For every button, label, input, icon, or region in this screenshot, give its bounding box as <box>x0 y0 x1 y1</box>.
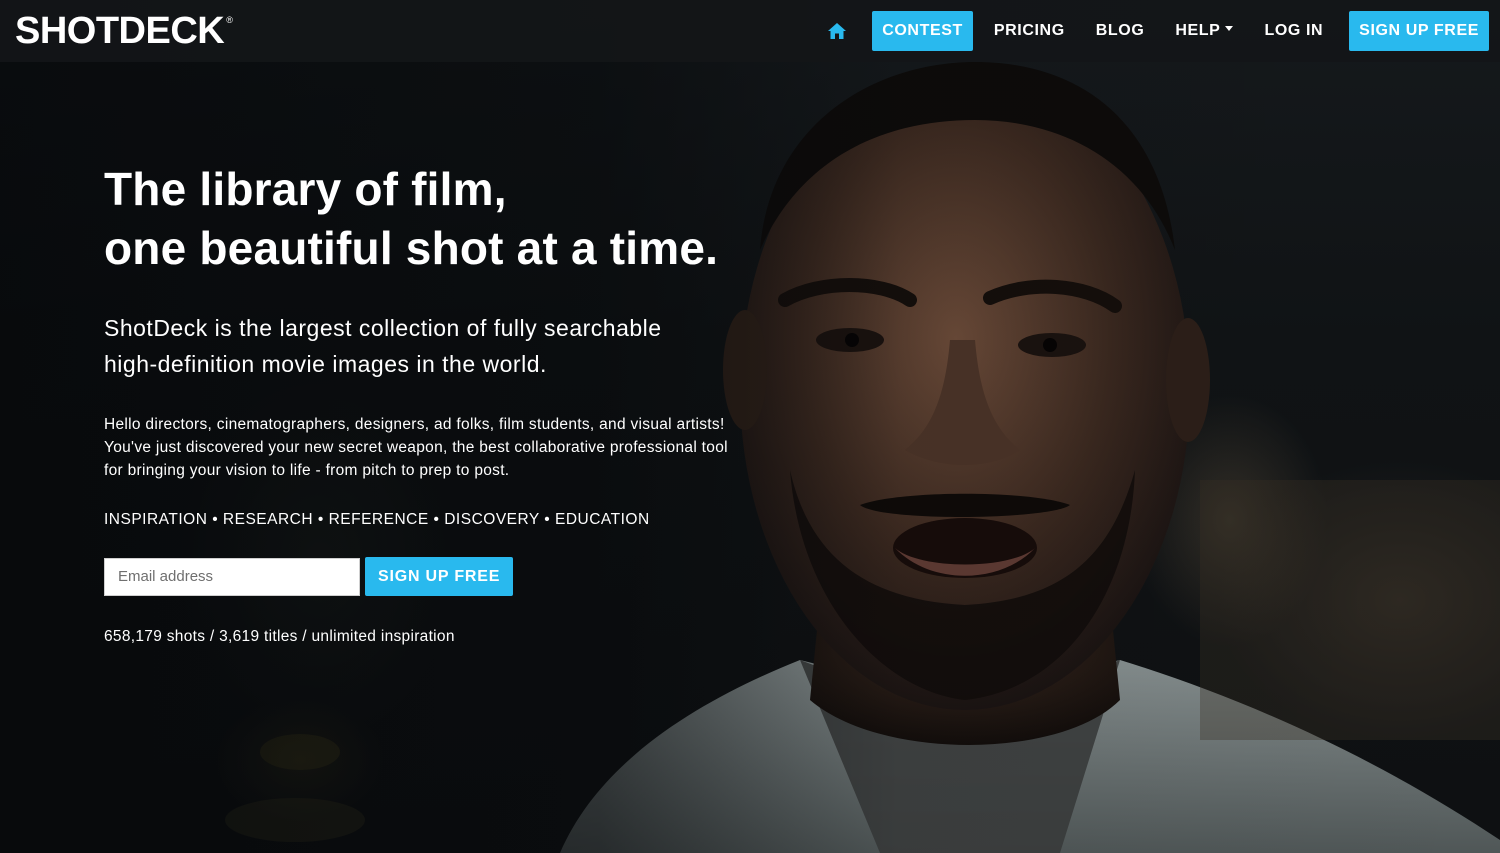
hero-subheading: ShotDeck is the largest collection of fu… <box>104 310 784 382</box>
registered-mark: ® <box>226 15 233 25</box>
nav-pricing[interactable]: PRICING <box>984 11 1075 51</box>
nav-help-label: HELP <box>1175 22 1221 39</box>
signup-form: SIGN UP FREE <box>104 557 784 596</box>
caret-down-icon <box>1225 26 1234 32</box>
home-icon <box>828 23 847 39</box>
hero-sign-up-button[interactable]: SIGN UP FREE <box>365 557 514 596</box>
subhead-line-2: high-definition movie images in the worl… <box>104 351 547 377</box>
nav-log-in[interactable]: LOG IN <box>1254 11 1333 51</box>
hero-copy: The library of film, one beautiful shot … <box>104 160 784 646</box>
top-navbar: SHOTDECK ® CONTEST PRICING BLOG HELP LOG … <box>0 0 1500 62</box>
email-field[interactable] <box>104 557 360 596</box>
nav-contest[interactable]: CONTEST <box>872 11 973 51</box>
library-stats: 658,179 shots / 3,619 titles / unlimited… <box>104 628 455 645</box>
main-nav: CONTEST PRICING BLOG HELP LOG IN SIGN UP… <box>826 11 1489 51</box>
subhead-line-1: ShotDeck is the largest collection of fu… <box>104 315 662 341</box>
shotdeck-logo[interactable]: SHOTDECK ® <box>15 10 233 52</box>
landing-page: SHOTDECK ® CONTEST PRICING BLOG HELP LOG … <box>0 0 1500 853</box>
hero-headline: The library of film, one beautiful shot … <box>104 160 784 278</box>
headline-line-2: one beautiful shot at a time. <box>104 222 719 274</box>
hero-intro-text: Hello directors, cinematographers, desig… <box>104 416 728 479</box>
logo-text: SHOTDECK <box>15 10 225 52</box>
home-link[interactable] <box>826 20 848 42</box>
nav-help-dropdown[interactable]: HELP <box>1165 11 1243 51</box>
nav-blog[interactable]: BLOG <box>1086 11 1155 51</box>
feature-pillars: INSPIRATION • RESEARCH • REFERENCE • DIS… <box>104 511 650 528</box>
headline-line-1: The library of film, <box>104 163 507 215</box>
nav-sign-up-button[interactable]: SIGN UP FREE <box>1349 11 1489 51</box>
